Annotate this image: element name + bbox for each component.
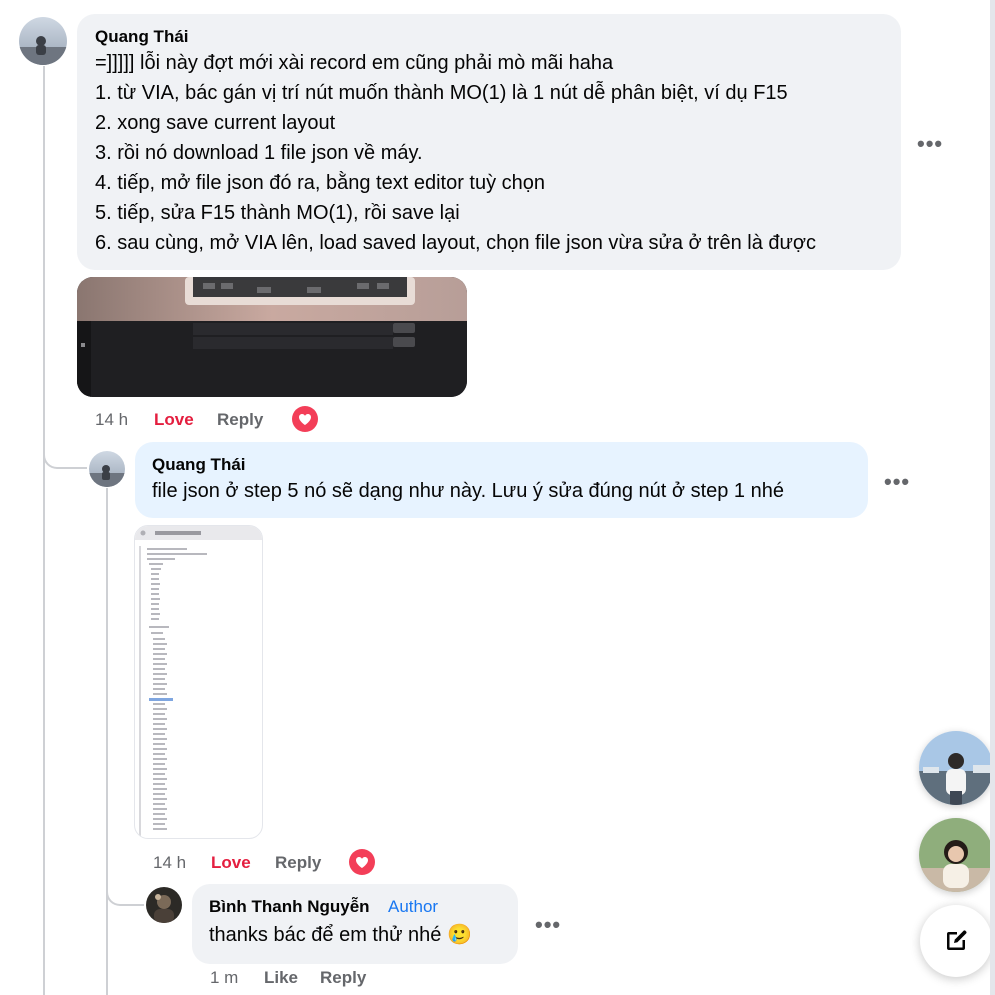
avatar-quang-thai[interactable] [89, 451, 125, 487]
love-reaction-button[interactable]: Love [211, 853, 251, 873]
smiling-tear-emoji-icon: 🥲 [446, 924, 472, 946]
comment-timestamp[interactable]: 14 h [95, 410, 128, 430]
reply-button[interactable]: Reply [217, 410, 263, 430]
comment-bubble-3: Bình Thanh Nguyễn Author thanks bác để e… [192, 884, 518, 964]
comment-text-line: 3. rồi nó download 1 file json về máy. [95, 142, 423, 164]
love-reaction-button[interactable]: Love [154, 410, 194, 430]
comment-text-line: 2. xong save current layout [95, 112, 336, 134]
comment-text-line: 5. tiếp, sửa F15 thành MO(1), rồi save l… [95, 202, 460, 224]
like-button[interactable]: Like [264, 968, 298, 988]
love-reaction-icon[interactable] [292, 406, 318, 432]
comment-author[interactable]: Quang Thái [95, 26, 883, 48]
chat-head-avatar-2[interactable] [919, 818, 993, 892]
scrollbar[interactable] [990, 0, 995, 995]
chat-head-avatar-1[interactable] [919, 731, 993, 805]
comment-text-line: file json ở step 5 nó sẽ dạng như này. L… [152, 480, 784, 502]
attached-image-via-screenshot[interactable] [77, 277, 467, 397]
comment-timestamp[interactable]: 14 h [153, 853, 186, 873]
avatar-quang-thai[interactable] [19, 17, 67, 65]
comment-author[interactable]: Bình Thanh Nguyễn [209, 897, 370, 916]
comment-author[interactable]: Quang Thái [152, 454, 851, 476]
author-badge: Author [388, 897, 439, 916]
comment-text-line: 1. từ VIA, bác gán vị trí nút muốn thành… [95, 82, 788, 104]
comment-text-line: =]]]]] lỗi này đợt mới xài record em cũn… [95, 52, 614, 74]
comment-timestamp[interactable]: 1 m [210, 968, 238, 988]
avatar-binh-thanh-nguyen[interactable] [146, 887, 182, 923]
love-reaction-icon[interactable] [349, 849, 375, 875]
attached-image-json-file[interactable] [134, 525, 263, 839]
compose-edit-icon [947, 930, 967, 950]
comment-bubble-2: Quang Thái file json ở step 5 nó sẽ dạng… [135, 442, 868, 518]
more-options-button[interactable]: ••• [884, 469, 910, 495]
new-message-button[interactable] [920, 905, 992, 977]
more-options-button[interactable]: ••• [917, 131, 943, 157]
comment-text-line: 4. tiếp, mở file json đó ra, bằng text e… [95, 172, 546, 194]
thread-line-branch-2 [106, 884, 144, 906]
reply-button[interactable]: Reply [275, 853, 321, 873]
comment-bubble-1: Quang Thái =]]]]] lỗi này đợt mới xài re… [77, 14, 901, 270]
comment-text-line: thanks bác để em thử nhé [209, 924, 442, 946]
thread-line-branch-1 [43, 447, 87, 469]
more-options-button[interactable]: ••• [535, 912, 561, 938]
thread-line-reply [106, 488, 108, 995]
thread-line-main [43, 66, 45, 995]
comment-text-line: 6. sau cùng, mở VIA lên, load saved layo… [95, 232, 816, 254]
reply-button[interactable]: Reply [320, 968, 366, 988]
